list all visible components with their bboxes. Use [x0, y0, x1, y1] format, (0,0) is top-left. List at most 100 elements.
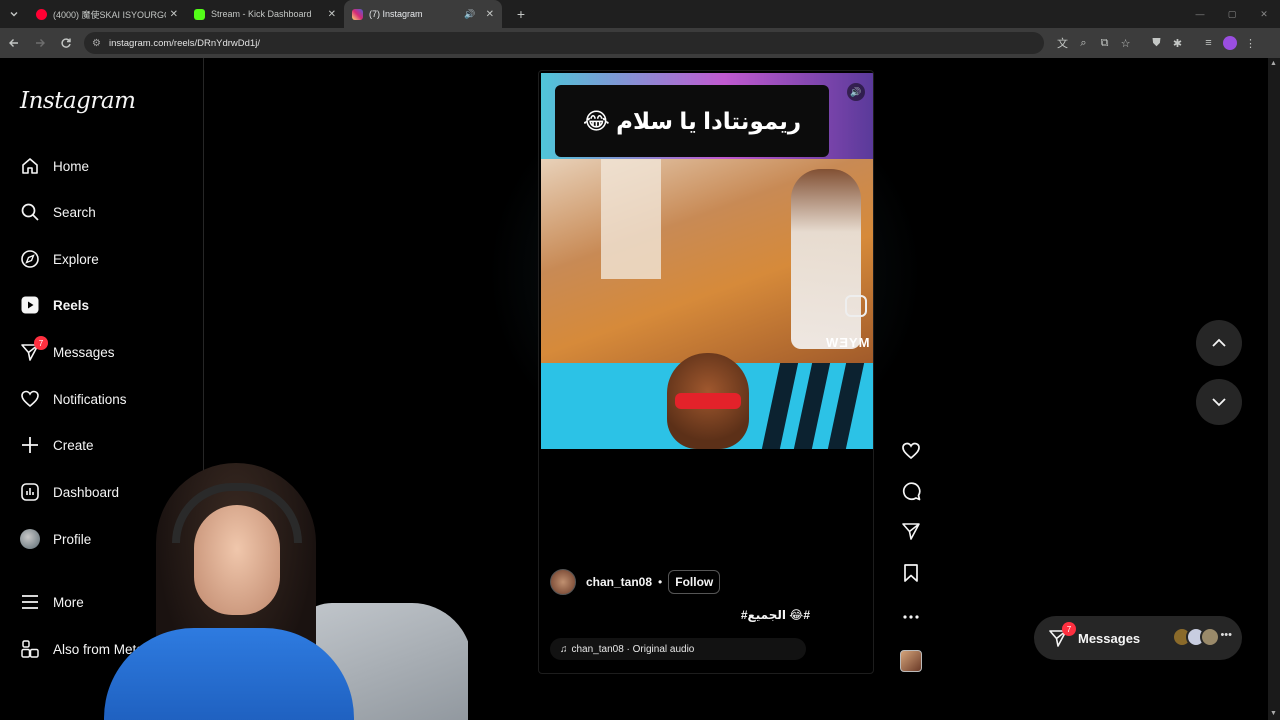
extension-icons: 文 ⌕ ⧉ ☆ ⛊ ✱ ≡ ⋮ — [1052, 32, 1261, 54]
puzzle-icon[interactable]: ✱ — [1167, 32, 1188, 54]
notification-badge: 7 — [1062, 622, 1076, 636]
sidebar-item-profile[interactable]: Profile — [20, 524, 91, 554]
sidebar-item-label: Explore — [53, 251, 99, 267]
audio-label: chan_tan08 · Original audio — [571, 643, 695, 655]
close-tab-icon[interactable]: ✕ — [486, 9, 494, 20]
reel-video[interactable]: ريمونتادا يا سلام 😂 MYEW 🔊 — [541, 73, 873, 449]
recent-chat-avatars — [1172, 627, 1220, 647]
author-username[interactable]: chan_tan08 — [586, 575, 652, 589]
sidebar-item-label: More — [53, 594, 84, 610]
arrow-left-icon — [9, 39, 18, 47]
volume-icon[interactable]: 🔊 — [847, 83, 865, 101]
tab-youtube[interactable]: (4000) 魔使SKAI ISYOURGOD · ✕ — [28, 0, 186, 28]
youtube-favicon-icon — [36, 8, 47, 20]
author-avatar[interactable] — [550, 569, 576, 595]
url-text: instagram.com/reels/DRnYdrwDd1j/ — [108, 37, 260, 49]
new-tab-button[interactable]: + — [510, 3, 532, 25]
reload-icon — [61, 38, 71, 48]
monkey-sticker — [667, 353, 749, 449]
sidebar-item-explore[interactable]: Explore — [20, 244, 99, 274]
window-controls: — ▢ ✕ — [1184, 0, 1280, 28]
notification-badge: 7 — [34, 336, 48, 350]
sidebar-item-home[interactable]: Home — [20, 151, 89, 181]
shield-icon[interactable]: ⛊ — [1146, 32, 1167, 54]
close-window-button[interactable]: ✕ — [1248, 0, 1280, 28]
maximize-button[interactable]: ▢ — [1216, 0, 1248, 28]
previous-reel-button[interactable] — [1196, 320, 1242, 366]
stripe — [827, 363, 865, 449]
save-button[interactable] — [898, 560, 924, 586]
close-tab-icon[interactable]: ✕ — [328, 9, 336, 20]
bookmark-star-icon[interactable]: ☆ — [1115, 32, 1136, 54]
messenger-icon: 7 — [20, 336, 48, 362]
site-info-icon[interactable]: ⚙ — [92, 38, 101, 49]
reel-caption: #الجميع 😂# — [740, 608, 810, 622]
share-button[interactable] — [898, 518, 924, 544]
close-tab-icon[interactable]: ✕ — [170, 9, 178, 20]
address-bar[interactable]: ⚙ instagram.com/reels/DRnYdrwDd1j/ — [84, 32, 1044, 54]
scene-wall — [601, 159, 661, 279]
reels-icon — [20, 295, 40, 315]
back-button[interactable] — [2, 31, 26, 55]
media-controls-icon[interactable]: ≡ — [1198, 32, 1219, 54]
reload-button[interactable] — [54, 31, 78, 55]
heart-icon — [20, 389, 40, 409]
instagram-page: Instagram Home Search Explore Reels 7 Me… — [0, 58, 1280, 720]
scroll-up-arrow-icon[interactable]: ▲ — [1270, 60, 1278, 68]
forward-button[interactable] — [28, 31, 52, 55]
heart-icon — [902, 442, 920, 460]
messenger-icon: 7 — [1048, 622, 1076, 648]
tab-strip: (4000) 魔使SKAI ISYOURGOD · ✕ Stream - Kic… — [0, 0, 1280, 28]
compass-icon — [20, 249, 40, 269]
plus-icon — [20, 435, 40, 455]
minimize-button[interactable]: — — [1184, 0, 1216, 28]
scroll-down-arrow-icon[interactable]: ▼ — [1270, 710, 1278, 718]
kebab-menu-icon[interactable]: ⋮ — [1240, 32, 1261, 54]
instagram-favicon-icon — [352, 8, 363, 20]
stripe — [793, 363, 831, 449]
tab-search-button[interactable] — [0, 0, 28, 28]
scene-person — [791, 169, 861, 349]
original-audio-link[interactable]: ♫ chan_tan08 · Original audio — [550, 638, 806, 660]
more-options-button[interactable] — [898, 604, 924, 630]
sidebar-item-create[interactable]: Create — [20, 430, 94, 460]
page-scrollbar[interactable]: ▲ ▼ — [1268, 58, 1280, 720]
webcam-overlay — [96, 463, 468, 720]
tab-title: (4000) 魔使SKAI ISYOURGOD · — [53, 9, 166, 20]
sidebar-item-more[interactable]: More — [20, 587, 84, 617]
messages-pill[interactable]: 7 Messages ••• — [1034, 616, 1242, 660]
install-app-icon[interactable]: ⧉ — [1094, 32, 1115, 54]
audio-thumbnail[interactable] — [900, 650, 922, 672]
follow-button[interactable]: Follow — [668, 570, 721, 594]
chevron-up-icon — [1212, 338, 1226, 347]
sidebar-item-search[interactable]: Search — [20, 197, 96, 227]
sidebar-item-notifications[interactable]: Notifications — [20, 384, 127, 414]
like-button[interactable] — [898, 438, 924, 464]
bookmark-icon — [904, 564, 918, 582]
translate-icon[interactable]: 文 — [1052, 32, 1073, 54]
sidebar-item-label: Create — [53, 437, 94, 453]
profile-avatar-icon[interactable] — [1219, 32, 1240, 54]
browser-toolbar: ⚙ instagram.com/reels/DRnYdrwDd1j/ 文 ⌕ ⧉… — [0, 28, 1280, 58]
dashboard-icon — [20, 482, 40, 502]
paper-plane-icon — [902, 523, 920, 540]
next-reel-button[interactable] — [1196, 379, 1242, 425]
profile-avatar — [20, 529, 40, 549]
ellipsis-icon: ••• — [1220, 629, 1232, 641]
comment-button[interactable] — [898, 478, 924, 504]
sidebar-item-label: Messages — [53, 344, 115, 360]
sidebar-item-reels[interactable]: Reels — [20, 290, 89, 320]
sidebar-item-label: Reels — [53, 297, 90, 313]
instagram-logo[interactable]: Instagram — [20, 88, 136, 114]
tab-kick[interactable]: Stream - Kick Dashboard ✕ — [186, 0, 344, 28]
arrow-right-icon — [36, 39, 45, 47]
comment-icon — [902, 482, 921, 501]
sidebar-item-label: Search — [53, 204, 96, 220]
video-overlay-caption: ريمونتادا يا سلام 😂 — [555, 85, 829, 157]
zoom-icon[interactable]: ⌕ — [1073, 32, 1094, 54]
reel-author-row: chan_tan08 • Follow — [550, 568, 870, 596]
sidebar-item-messages[interactable]: 7 Messages — [20, 336, 115, 367]
tab-instagram[interactable]: (7) Instagram 🔊 ✕ — [344, 0, 502, 28]
tab-audio-icon[interactable]: 🔊 — [464, 9, 475, 20]
avatar — [1200, 627, 1220, 647]
